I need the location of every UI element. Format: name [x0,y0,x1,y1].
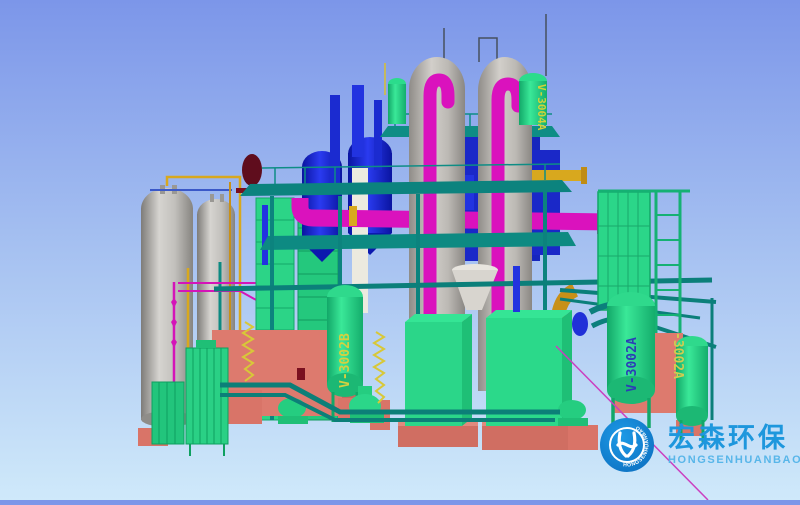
label-3002a-alt: -3002A [670,332,685,379]
company-logo: HONGSENHUANBAO 宏森环保 HONGSENHUANBAO [598,416,800,474]
logo-name-en: HONGSENHUANBAO [668,454,800,466]
label-v3002b: V-3002B [338,333,353,388]
logo-mark: HONGSENHUANBAO [598,416,656,474]
green-tank-boxes [405,310,572,426]
logo-text-block: 宏森环保 HONGSENHUANBAO [668,424,800,465]
logo-name-cn: 宏森环保 [668,424,800,452]
label-v3002a: V-3002A [625,337,640,392]
label-v3004a: V-3004A [535,84,548,131]
